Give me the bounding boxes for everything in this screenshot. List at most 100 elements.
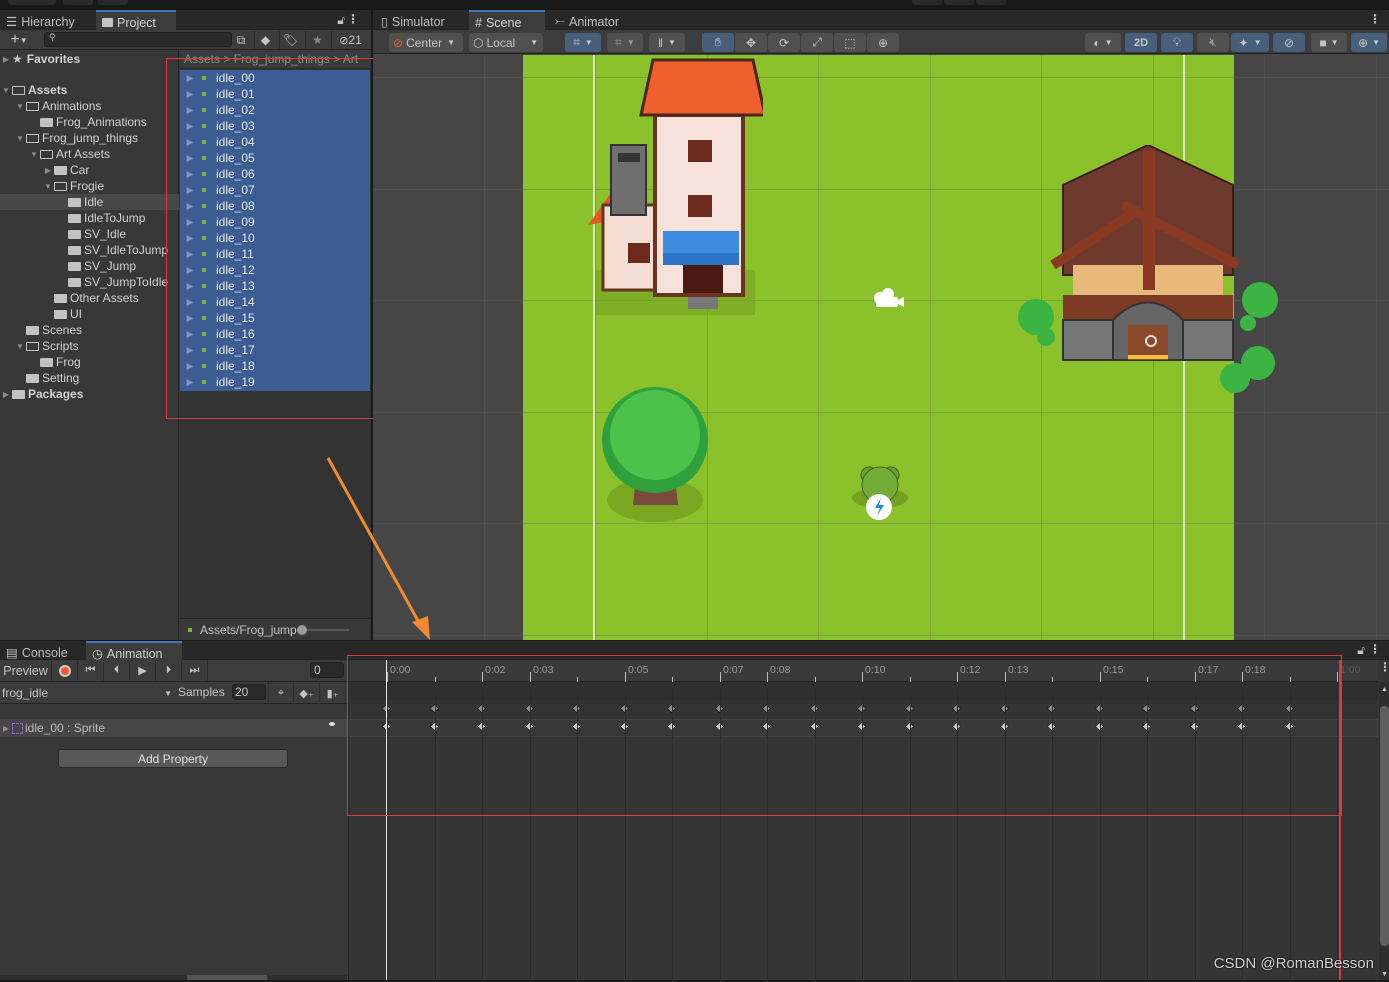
clip-dropdown[interactable]: frog_idle ▼	[2, 685, 172, 701]
scene-viewport[interactable]	[373, 55, 1389, 640]
file-item[interactable]: ▶ idle_02	[180, 102, 370, 118]
lighting-toggle[interactable]: 💡︎	[1161, 33, 1193, 52]
move-tool-button[interactable]: ✥	[735, 33, 767, 52]
next-key-button[interactable]: ⏵	[156, 660, 182, 681]
file-item[interactable]: ▶ idle_13	[180, 278, 370, 294]
camera-gizmo-icon[interactable]	[871, 287, 907, 309]
tree-item[interactable]: Frog_Animations	[0, 114, 179, 130]
2d-mode-toggle[interactable]: 2D	[1125, 33, 1157, 52]
expand-arrow-icon[interactable]: ▶	[180, 89, 200, 100]
search-window-icon[interactable]: ⧉	[232, 31, 250, 49]
favorites-item[interactable]: ▶ ★ Favorites	[0, 51, 179, 67]
chevron-down-icon[interactable]: ▼	[14, 102, 26, 111]
chevron-right-icon[interactable]: ▶	[42, 166, 54, 175]
effects-toggle[interactable]: ✦ ▼	[1231, 33, 1269, 52]
expand-arrow-icon[interactable]: ▶	[180, 137, 200, 148]
gizmos-dropdown[interactable]: ⊕ ▼	[1351, 33, 1387, 52]
more-icon[interactable]: ⋮	[1369, 12, 1381, 26]
file-item[interactable]: ▶ idle_06	[180, 166, 370, 182]
tree-item[interactable]: ▼ Frog_jump_things	[0, 130, 179, 146]
file-item[interactable]: ▶ idle_15	[180, 310, 370, 326]
audio-toggle[interactable]: 🔇︎	[1197, 33, 1229, 52]
file-item[interactable]: ▶ idle_11	[180, 246, 370, 262]
grid-visibility-toggle[interactable]: ‖ ▼	[649, 33, 685, 52]
tree-item[interactable]: ▶ Car	[0, 162, 179, 178]
file-item[interactable]: ▶ idle_05	[180, 150, 370, 166]
expand-arrow-icon[interactable]: ▶	[0, 724, 12, 733]
tree-item[interactable]: Frog	[0, 354, 179, 370]
menu-button[interactable]	[8, 0, 56, 5]
expand-arrow-icon[interactable]: ▶	[180, 73, 200, 84]
chevron-right-icon[interactable]: ▶	[0, 390, 12, 399]
scale-tool-button[interactable]: ⤢	[801, 33, 833, 52]
file-item[interactable]: ▶ idle_03	[180, 118, 370, 134]
file-item[interactable]: ▶ idle_01	[180, 86, 370, 102]
filter-type-icon[interactable]: ◆	[254, 31, 276, 49]
tree-item[interactable]: ▼ Assets	[0, 82, 179, 98]
expand-arrow-icon[interactable]: ▶	[180, 185, 200, 196]
breadcrumb-item[interactable]: Assets	[184, 52, 220, 66]
time-ruler[interactable]: 0:00 0:02 0:03 0:05 0:07 0:08 0:10 0:12 0:13 0:15…	[349, 660, 1378, 682]
rotate-tool-button[interactable]: ⟳	[768, 33, 800, 52]
file-item[interactable]: ▶ idle_16	[180, 326, 370, 342]
chevron-down-icon[interactable]: ▼	[14, 134, 26, 143]
file-item[interactable]: ▶ idle_14	[180, 294, 370, 310]
file-item[interactable]: ▶ idle_09	[180, 214, 370, 230]
search-input[interactable]: ⚲	[44, 32, 232, 47]
expand-arrow-icon[interactable]: ▶	[180, 233, 200, 244]
draw-mode-dropdown[interactable]: ◐ ▼	[1085, 33, 1121, 52]
record-button[interactable]	[52, 660, 78, 681]
file-item[interactable]: ▶ idle_10	[180, 230, 370, 246]
tree-item[interactable]: SV_IdleToJump	[0, 242, 179, 258]
file-item[interactable]: ▶ idle_18	[180, 358, 370, 374]
transform-tool-button[interactable]: ⊕	[867, 33, 899, 52]
expand-arrow-icon[interactable]: ▶	[180, 297, 200, 308]
hidden-packages-toggle[interactable]: ⊘ 21	[331, 31, 369, 49]
file-item[interactable]: ▶ idle_17	[180, 342, 370, 358]
breadcrumb-item[interactable]: Frog_jump_things	[234, 52, 330, 66]
scene-visibility-toggle[interactable]: ⊘	[1273, 33, 1305, 52]
expand-arrow-icon[interactable]: ▶	[180, 217, 200, 228]
pivot-mode-dropdown[interactable]: ⊘ Center ▼	[389, 33, 463, 52]
lock-icon[interactable]: 🔓︎	[337, 13, 345, 28]
chevron-down-icon[interactable]: ▼	[0, 86, 12, 95]
property-row[interactable]: ▶ idle_00 : Sprite	[0, 719, 347, 737]
tree-item[interactable]: ▼ Art Assets	[0, 146, 179, 162]
rect-tool-button[interactable]: ⬚	[834, 33, 866, 52]
expand-arrow-icon[interactable]: ▶	[180, 105, 200, 116]
hand-tool-button[interactable]: ✋︎	[702, 33, 734, 52]
expand-arrow-icon[interactable]: ▶	[180, 361, 200, 372]
breadcrumb-item[interactable]: Art	[343, 52, 358, 66]
tab-project[interactable]: Project	[96, 10, 176, 30]
tree-item[interactable]: Idle	[0, 194, 179, 210]
scrollbar-thumb[interactable]	[187, 975, 267, 980]
tab-hierarchy[interactable]: ☰ Hierarchy	[0, 10, 83, 30]
grid-snap-toggle[interactable]: ⌗ ▼	[565, 33, 601, 52]
file-item[interactable]: ▶ idle_00	[180, 70, 370, 86]
pivot-rotation-dropdown[interactable]: ⬡ Local ▼	[469, 33, 543, 52]
first-key-button[interactable]: ⏮	[78, 660, 104, 681]
scrollbar-thumb[interactable]	[1380, 706, 1389, 946]
more-icon[interactable]: ⋮	[1369, 642, 1381, 656]
tree-item[interactable]: ▼ Animations	[0, 98, 179, 114]
vertical-scrollbar[interactable]: ▲ ▼	[1379, 682, 1389, 980]
expand-arrow-icon[interactable]: ▶	[180, 169, 200, 180]
tree-item[interactable]: SV_Idle	[0, 226, 179, 242]
expand-arrow-icon[interactable]: ▶	[180, 265, 200, 276]
dopesheet-timeline[interactable]: 0:00 0:02 0:03 0:05 0:07 0:08 0:10 0:12 0:13 0:15…	[348, 660, 1389, 982]
samples-field[interactable]	[232, 684, 266, 700]
prev-key-button[interactable]: ⏴	[104, 660, 130, 681]
tab-animation[interactable]: ◷ Animation	[86, 641, 182, 661]
expand-arrow-icon[interactable]: ▶	[180, 201, 200, 212]
horizontal-scrollbar[interactable]	[0, 975, 347, 980]
file-item[interactable]: ▶ idle_19	[180, 374, 370, 390]
property-options-icon[interactable]	[329, 722, 335, 726]
add-keyframe-button[interactable]: ◆₊	[294, 682, 320, 704]
expand-arrow-icon[interactable]: ▶	[180, 249, 200, 260]
play-button[interactable]: ▶	[130, 660, 156, 681]
step-button[interactable]	[976, 0, 1006, 5]
tree-item[interactable]: ▼ Scripts	[0, 338, 179, 354]
tab-scene[interactable]: # Scene	[469, 10, 545, 30]
tree-item[interactable]: Other Assets	[0, 290, 179, 306]
file-item[interactable]: ▶ idle_12	[180, 262, 370, 278]
